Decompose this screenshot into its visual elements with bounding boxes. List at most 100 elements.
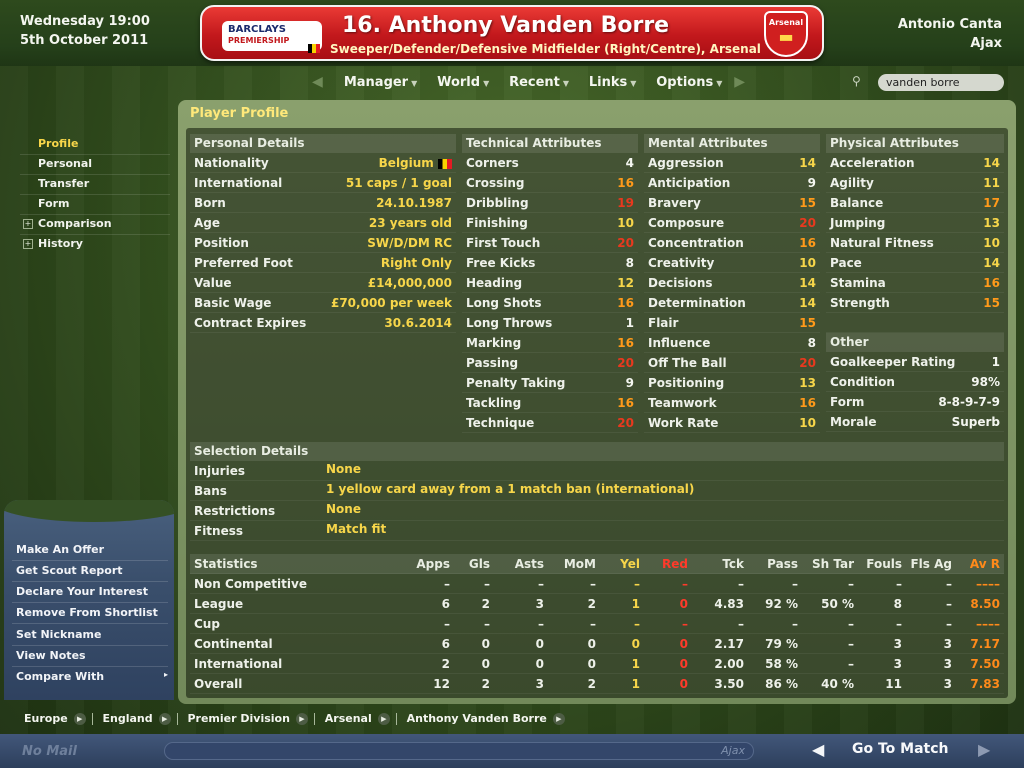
dropdown-icon[interactable]: ▶ [73, 713, 86, 725]
search-input[interactable] [878, 74, 1004, 91]
attribute-label: Natural Fitness [830, 236, 934, 250]
row-label: Value [194, 276, 232, 290]
stat-cell: 92 % [765, 597, 798, 611]
go-to-match-button[interactable]: Go To Match [852, 741, 949, 757]
attribute-value: 1 [625, 316, 634, 330]
menu-manager[interactable]: Manager ▼ [344, 75, 417, 90]
menu-links-label: Links [588, 75, 628, 90]
column-header[interactable]: Yel [600, 557, 640, 571]
action-remove-from-shortlist[interactable]: Remove From Shortlist [16, 606, 168, 619]
attribute-value: 20 [617, 416, 634, 430]
dropdown-icon[interactable]: ▶ [552, 713, 565, 725]
dropdown-icon[interactable]: ▶ [295, 713, 308, 725]
manager-club[interactable]: Ajax [970, 36, 1002, 51]
sidebar-item-profile[interactable]: Profile [38, 137, 78, 150]
column-header[interactable]: Fls Ag [906, 557, 952, 571]
sidebar-item-form[interactable]: Form [38, 197, 70, 210]
divider [395, 713, 397, 725]
column-header[interactable]: Fouls [858, 557, 902, 571]
back-arrow-icon[interactable]: ◀ [312, 74, 332, 90]
attribute-label: Agility [830, 176, 874, 190]
menu-links[interactable]: Links ▼ [589, 75, 637, 90]
league-logo[interactable]: BARCLAYS PREMIERSHIP [222, 21, 322, 51]
stat-cell: 11 [885, 677, 902, 691]
breadcrumb-england[interactable]: England [103, 712, 153, 725]
stat-cell: 1 [631, 597, 640, 611]
breadcrumb-europe[interactable]: Europe [24, 712, 68, 725]
stat-cell: 0 [679, 677, 688, 691]
action-set-nickname[interactable]: Set Nickname [16, 628, 168, 641]
action-view-notes[interactable]: View Notes [16, 649, 168, 662]
stat-cell: 2 [441, 657, 450, 671]
selection-row: Bans 1 yellow card away from a 1 match ba… [190, 481, 1004, 501]
column-header[interactable]: Apps [406, 557, 450, 571]
other-label: Goalkeeper Rating [830, 355, 956, 369]
forward-arrow-icon[interactable]: ▶ [734, 74, 754, 90]
stat-cell: 0 [481, 637, 490, 651]
competition-label: International [194, 657, 283, 671]
stat-cell: – [946, 597, 952, 611]
column-header[interactable]: MoM [550, 557, 596, 571]
mail-status[interactable]: No Mail [22, 744, 77, 759]
sidebar-item-personal[interactable]: Personal [38, 157, 92, 170]
action-declare-interest[interactable]: Declare Your Interest [16, 585, 168, 598]
column-header[interactable]: Red [648, 557, 688, 571]
stat-cell: 6 [441, 637, 450, 651]
stat-cell: – [896, 577, 902, 591]
attribute-value: 8 [807, 336, 816, 350]
action-compare-with[interactable]: Compare With ▸ [16, 670, 168, 683]
attribute-label: Aggression [648, 156, 724, 170]
forward-arrow-icon[interactable]: ▶ [978, 740, 990, 759]
column-header[interactable]: Gls [452, 557, 490, 571]
menu-options[interactable]: Options ▼ [656, 75, 722, 90]
breadcrumb-premier-division[interactable]: Premier Division [187, 712, 289, 725]
stat-cell: – [538, 577, 544, 591]
personal-row[interactable]: Nationality Belgium [190, 153, 456, 173]
expand-icon[interactable]: + [23, 219, 33, 229]
attribute-label: Creativity [648, 256, 715, 270]
expand-icon[interactable]: + [23, 239, 33, 249]
stat-cell: 1 [631, 677, 640, 691]
dropdown-icon[interactable]: ▶ [158, 713, 171, 725]
column-header[interactable]: Pass [748, 557, 798, 571]
menu-recent[interactable]: Recent ▼ [509, 75, 569, 90]
column-header[interactable]: Tck [694, 557, 744, 571]
section-heading: Selection Details [190, 442, 1004, 461]
stat-cell: 79 % [765, 637, 798, 651]
section-heading: Other [826, 333, 1004, 352]
sidebar-item-transfer[interactable]: Transfer [38, 177, 89, 190]
sidebar-item-comparison[interactable]: Comparison [38, 217, 112, 230]
back-arrow-icon[interactable]: ◀ [812, 740, 824, 759]
row-label: Age [194, 216, 221, 230]
player-profile-panel: Player Profile Personal Details National… [178, 100, 1016, 704]
search-icon[interactable]: ⚲ [852, 74, 861, 88]
main-menu: ◀ Manager ▼ World ▼ Recent ▼ Links ▼ Options… [312, 74, 754, 94]
attribute-label: Long Throws [466, 316, 553, 330]
action-get-scout-report[interactable]: Get Scout Report [16, 564, 168, 577]
breadcrumb: Europe ▶ England ▶ Premier Division ▶ Arsen… [24, 712, 571, 725]
attribute-value: 13 [799, 376, 816, 390]
sidebar-item-history[interactable]: History [38, 237, 83, 250]
column-header[interactable]: Av R [956, 557, 1000, 571]
manager-name[interactable]: Antonio Canta [898, 17, 1002, 32]
menu-world[interactable]: World ▼ [437, 75, 489, 90]
breadcrumb-player[interactable]: Anthony Vanden Borre [407, 712, 547, 725]
bottom-bar: No Mail Ajax ◀ Go To Match ▶ [0, 734, 1024, 768]
table-row: International 2 0 0 0 1 0 2.00 58 % – 3 3 7.50 [190, 654, 1004, 674]
stat-cell: 6 [441, 597, 450, 611]
action-make-offer[interactable]: Make An Offer [16, 543, 168, 556]
club-crest-icon[interactable]: Arsenal ▬ [764, 11, 808, 57]
attribute-label: Jumping [830, 216, 886, 230]
other-value: 98% [971, 375, 1000, 389]
column-header[interactable]: Sh Tar [802, 557, 854, 571]
stat-cell: – [848, 657, 854, 671]
attribute-label: Off The Ball [648, 356, 727, 370]
stat-cell: 12 [433, 677, 450, 691]
column-header[interactable]: Asts [496, 557, 544, 571]
breadcrumb-arsenal[interactable]: Arsenal [325, 712, 372, 725]
section-heading: Mental Attributes [644, 134, 820, 153]
dropdown-icon[interactable]: ▶ [377, 713, 390, 725]
statistics-table: Statistics Apps Gls Asts MoM Yel Red Tck… [190, 554, 1004, 694]
attribute-label: Tackling [466, 396, 522, 410]
attribute-value: 10 [799, 416, 816, 430]
